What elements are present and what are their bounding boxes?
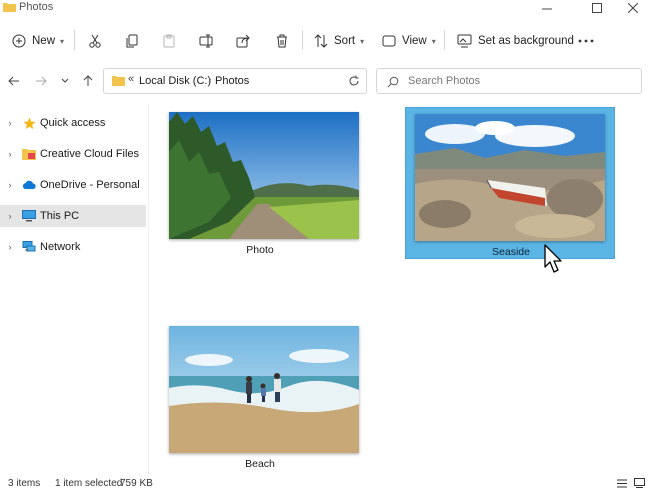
set-as-background-label: Set as background: [478, 35, 574, 47]
creative-cloud-icon: [21, 147, 37, 161]
file-name: Beach: [245, 458, 275, 470]
sidebar-item-label: Quick access: [40, 117, 106, 129]
mouse-pointer-icon: [544, 244, 562, 273]
view-icon: [382, 35, 396, 47]
view-label: View: [402, 35, 427, 47]
file-tile-beach[interactable]: Beach: [155, 320, 365, 472]
close-icon: [628, 3, 638, 13]
sidebar-item-this-pc[interactable]: › This PC: [0, 205, 146, 227]
network-icon: [21, 240, 37, 254]
navigation-pane: › Quick access › Creative Cloud Files › …: [0, 104, 148, 474]
selection-count: 1 item selected: [55, 478, 123, 489]
back-button[interactable]: [5, 70, 23, 92]
maximize-icon: [592, 3, 602, 13]
selection-size: 759 KB: [120, 478, 153, 489]
folder-icon: [112, 76, 125, 86]
sort-icon: [314, 34, 328, 48]
sidebar-item-quick-access[interactable]: › Quick access: [0, 112, 146, 134]
divider: [74, 30, 75, 50]
sort-label: Sort: [334, 35, 356, 47]
set-as-background-button[interactable]: Set as background: [457, 30, 574, 52]
expand-chevron-icon[interactable]: ›: [1, 211, 19, 221]
computer-icon: [21, 209, 37, 223]
folder-icon: [3, 3, 16, 12]
star-icon: [21, 116, 37, 130]
sidebar-item-label: OneDrive - Personal: [40, 179, 140, 191]
sidebar-item-creative-cloud-files[interactable]: › Creative Cloud Files: [0, 143, 146, 165]
search-icon: [387, 76, 399, 88]
divider: [444, 30, 445, 50]
plus-circle-icon: [12, 34, 26, 48]
delete-button[interactable]: [275, 30, 289, 52]
new-label: New: [32, 35, 56, 47]
command-bar: New ▾ Sort ▾ View ▾ Set as background: [0, 22, 650, 58]
chevron-down-icon: ▾: [60, 36, 65, 46]
arrow-left-icon: [8, 76, 19, 86]
file-tile-photo[interactable]: Photo: [155, 106, 365, 258]
expand-chevron-icon[interactable]: ›: [1, 149, 19, 159]
details-view-icon[interactable]: [617, 479, 627, 488]
sort-button[interactable]: Sort ▾: [314, 30, 364, 52]
chevron-down-icon: ▾: [431, 36, 436, 46]
chevron-down-icon: ▾: [360, 36, 365, 46]
expand-chevron-icon[interactable]: ›: [1, 180, 19, 190]
double-chevron-icon: «: [128, 73, 135, 85]
minimize-icon: [542, 8, 552, 10]
more-icon: [578, 39, 594, 43]
sidebar-item-onedrive[interactable]: › OneDrive - Personal: [0, 174, 146, 196]
expand-chevron-icon[interactable]: ›: [1, 118, 19, 128]
minimize-button[interactable]: [530, 0, 564, 16]
large-icons-view-icon[interactable]: [634, 478, 645, 488]
address-bar[interactable]: « Local Disk (C:) › Photos: [103, 68, 433, 94]
desktop-background-icon: [457, 34, 472, 48]
forward-button[interactable]: [32, 70, 50, 92]
status-bar: 3 items 1 item selected 759 KB: [0, 476, 650, 490]
new-button[interactable]: New ▾: [12, 30, 64, 52]
sidebar-item-label: Creative Cloud Files: [40, 148, 140, 160]
scissors-icon: [89, 34, 101, 48]
breadcrumb-local-disk[interactable]: Local Disk (C:): [139, 75, 211, 87]
refresh-icon[interactable]: [348, 75, 360, 87]
paste-icon: [163, 34, 175, 48]
sidebar-item-label: This PC: [40, 210, 80, 222]
see-more-button[interactable]: [578, 30, 594, 52]
seaside-thumbnail: [415, 114, 605, 241]
photo-thumbnail: [169, 112, 359, 239]
rename-icon: [199, 34, 213, 48]
view-button[interactable]: View ▾: [382, 30, 436, 52]
rename-button[interactable]: [199, 30, 213, 52]
arrow-up-icon: [83, 75, 93, 86]
sidebar-item-network[interactable]: › Network: [0, 236, 146, 258]
search-placeholder: Search Photos: [408, 75, 481, 87]
up-button[interactable]: [79, 70, 97, 92]
item-count: 3 items: [8, 478, 41, 489]
title-bar: Photos: [0, 0, 650, 16]
file-tile-seaside[interactable]: Seaside: [405, 107, 615, 259]
expand-chevron-icon[interactable]: ›: [1, 242, 19, 252]
maximize-button[interactable]: [580, 0, 614, 16]
copy-icon: [126, 34, 138, 48]
copy-button[interactable]: [125, 30, 139, 52]
paste-button[interactable]: [162, 30, 176, 52]
search-box[interactable]: Search Photos: [376, 68, 642, 94]
pane-divider: [148, 104, 149, 474]
file-name: Photo: [246, 244, 274, 256]
trash-icon: [277, 34, 287, 48]
arrow-right-icon: [36, 76, 47, 86]
window-title: Photos: [19, 1, 54, 13]
divider: [302, 30, 303, 50]
chevron-right-icon: ›: [208, 74, 212, 85]
breadcrumb-photos[interactable]: Photos: [215, 75, 249, 87]
close-button[interactable]: [616, 0, 650, 16]
share-button[interactable]: [236, 30, 250, 52]
share-icon: [236, 34, 250, 48]
chevron-down-icon: [61, 78, 69, 83]
file-name: Seaside: [492, 246, 530, 258]
cut-button[interactable]: [88, 30, 102, 52]
cloud-icon: [21, 178, 37, 192]
beach-thumbnail: [169, 326, 359, 453]
recent-locations-button[interactable]: [56, 70, 74, 92]
sidebar-item-label: Network: [40, 241, 81, 253]
